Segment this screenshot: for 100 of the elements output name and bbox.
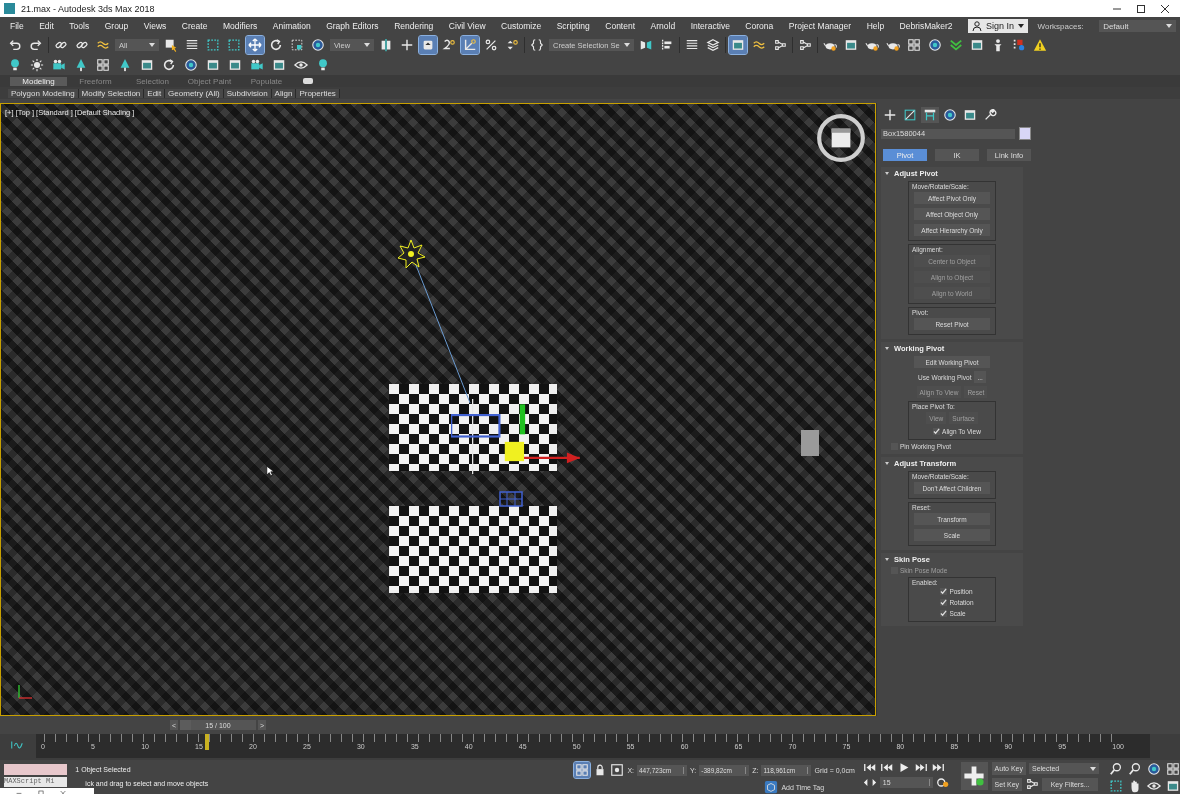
set-keys-button[interactable]: [960, 762, 988, 790]
time-configuration-icon[interactable]: [862, 777, 877, 788]
camera-icon[interactable]: [250, 58, 264, 72]
list-icon[interactable]: [185, 38, 199, 52]
viewcube-icon[interactable]: [815, 112, 867, 164]
dots-icon[interactable]: [1011, 38, 1026, 52]
menu-item[interactable]: Tools: [69, 21, 90, 31]
hierarchy-icon[interactable]: [923, 108, 937, 122]
tree-icon[interactable]: [74, 58, 88, 72]
window-icon[interactable]: [140, 58, 154, 72]
bulb-icon[interactable]: [8, 58, 22, 72]
circle-icon[interactable]: [943, 108, 957, 122]
cross-icon[interactable]: [400, 38, 414, 52]
ribbon-panel-tab[interactable]: Subdivision: [223, 88, 272, 98]
percent-icon[interactable]: [484, 38, 498, 52]
expand-arrow-icon[interactable]: [885, 171, 889, 175]
object-color-swatch[interactable]: [1019, 127, 1031, 140]
maximize-icon[interactable]: [1136, 3, 1146, 14]
menu-item[interactable]: Corona: [745, 21, 774, 31]
scale-icon[interactable]: [290, 38, 304, 52]
ribbon-panel-tab[interactable]: Modify Selection: [78, 88, 145, 98]
ribbon-tab[interactable]: Selection: [124, 76, 181, 86]
previous-key-icon[interactable]: [879, 762, 894, 773]
menu-item[interactable]: Group: [104, 21, 129, 31]
plus-icon[interactable]: [883, 108, 897, 122]
pivot-icon[interactable]: [379, 38, 393, 52]
keyboard-icon[interactable]: [421, 38, 435, 52]
go-to-end-icon[interactable]: [930, 762, 945, 773]
menu-item[interactable]: DebrisMaker2: [899, 21, 953, 31]
time-slider-fill[interactable]: [180, 720, 192, 730]
window-icon[interactable]: [843, 38, 858, 52]
braces-icon[interactable]: [530, 38, 544, 52]
ribbon-tab[interactable]: Freeform: [67, 76, 124, 86]
menu-item[interactable]: Content: [605, 21, 636, 31]
menu-item[interactable]: Views: [143, 21, 167, 31]
move-icon[interactable]: [248, 38, 262, 52]
ribbon-tab[interactable]: Object Paint: [181, 76, 238, 86]
dashed-square-icon[interactable]: [206, 38, 220, 52]
menu-item[interactable]: Graph Editors: [326, 21, 379, 31]
menu-item[interactable]: Interactive: [690, 21, 730, 31]
ribbon-options-icon[interactable]: [303, 78, 313, 84]
expand-arrow-icon[interactable]: [885, 346, 889, 350]
curve-icon[interactable]: [903, 108, 917, 122]
curve-editor-icon[interactable]: [10, 740, 24, 750]
menu-item[interactable]: Animation: [272, 21, 311, 31]
zoom-icon[interactable]: [1109, 762, 1123, 776]
mirror-icon[interactable]: [638, 38, 653, 52]
circle-icon[interactable]: [1147, 762, 1161, 776]
bulb-icon[interactable]: [316, 58, 330, 72]
spinner-icon[interactable]: [505, 38, 519, 52]
transform-mode-icon[interactable]: [610, 763, 625, 777]
menu-item[interactable]: Arnold: [650, 21, 676, 31]
listener-field[interactable]: [4, 764, 68, 775]
menu-item[interactable]: Rendering: [394, 21, 434, 31]
menu-item[interactable]: Customize: [501, 21, 542, 31]
network-icon[interactable]: [797, 38, 812, 52]
wave-icon[interactable]: [96, 38, 110, 52]
current-frame-marker[interactable]: [205, 734, 210, 750]
expand-arrow-icon[interactable]: [885, 557, 889, 561]
ribbon-panel-tab[interactable]: Edit: [144, 88, 166, 98]
menu-item[interactable]: Create: [181, 21, 208, 31]
dashed-square-icon[interactable]: [1109, 779, 1123, 793]
eye-icon[interactable]: [294, 58, 308, 72]
warning-icon[interactable]: [1032, 38, 1047, 52]
cursor-square-icon[interactable]: [164, 38, 178, 52]
expand-arrow-icon[interactable]: [885, 461, 889, 465]
menu-item[interactable]: File: [10, 21, 24, 31]
tree-icon[interactable]: [118, 58, 132, 72]
menu-item[interactable]: Edit: [39, 21, 54, 31]
window-icon[interactable]: [730, 38, 745, 52]
window-icon[interactable]: [1166, 779, 1180, 793]
next-key-icon[interactable]: [913, 762, 928, 773]
ribbon-panel-tab[interactable]: Polygon Modeling: [8, 88, 79, 98]
circle-icon[interactable]: [311, 38, 325, 52]
menu-item[interactable]: Project Manager: [788, 21, 852, 31]
ribbon-panel-tab[interactable]: Geometry (All): [165, 88, 224, 98]
wrench-icon[interactable]: [983, 108, 997, 122]
sun-icon[interactable]: [30, 58, 44, 72]
menu-item[interactable]: Scripting: [556, 21, 590, 31]
window-icon[interactable]: [969, 38, 984, 52]
rotate-icon[interactable]: [162, 58, 176, 72]
align-icon[interactable]: [659, 38, 674, 52]
network-icon[interactable]: [1025, 777, 1040, 791]
zoom-icon[interactable]: [1128, 762, 1142, 776]
camera-icon[interactable]: [52, 58, 66, 72]
circle-icon[interactable]: [927, 38, 942, 52]
ribbon-tab[interactable]: Modeling: [10, 76, 67, 86]
network-icon[interactable]: [772, 38, 787, 52]
grid-icon[interactable]: [1166, 762, 1180, 776]
window-icon[interactable]: [206, 58, 220, 72]
eye-icon[interactable]: [1147, 779, 1161, 793]
layers-icon[interactable]: [705, 38, 720, 52]
wave-icon[interactable]: [751, 38, 766, 52]
angle-icon[interactable]: [463, 38, 477, 52]
workspaces-dropdown[interactable]: Default: [1099, 20, 1176, 32]
window-icon[interactable]: [228, 58, 242, 72]
chevron-icon[interactable]: [948, 38, 963, 52]
close-icon[interactable]: [1160, 3, 1170, 14]
menu-item[interactable]: Modifiers: [222, 21, 258, 31]
sign-in-button[interactable]: Sign In: [968, 19, 1029, 33]
